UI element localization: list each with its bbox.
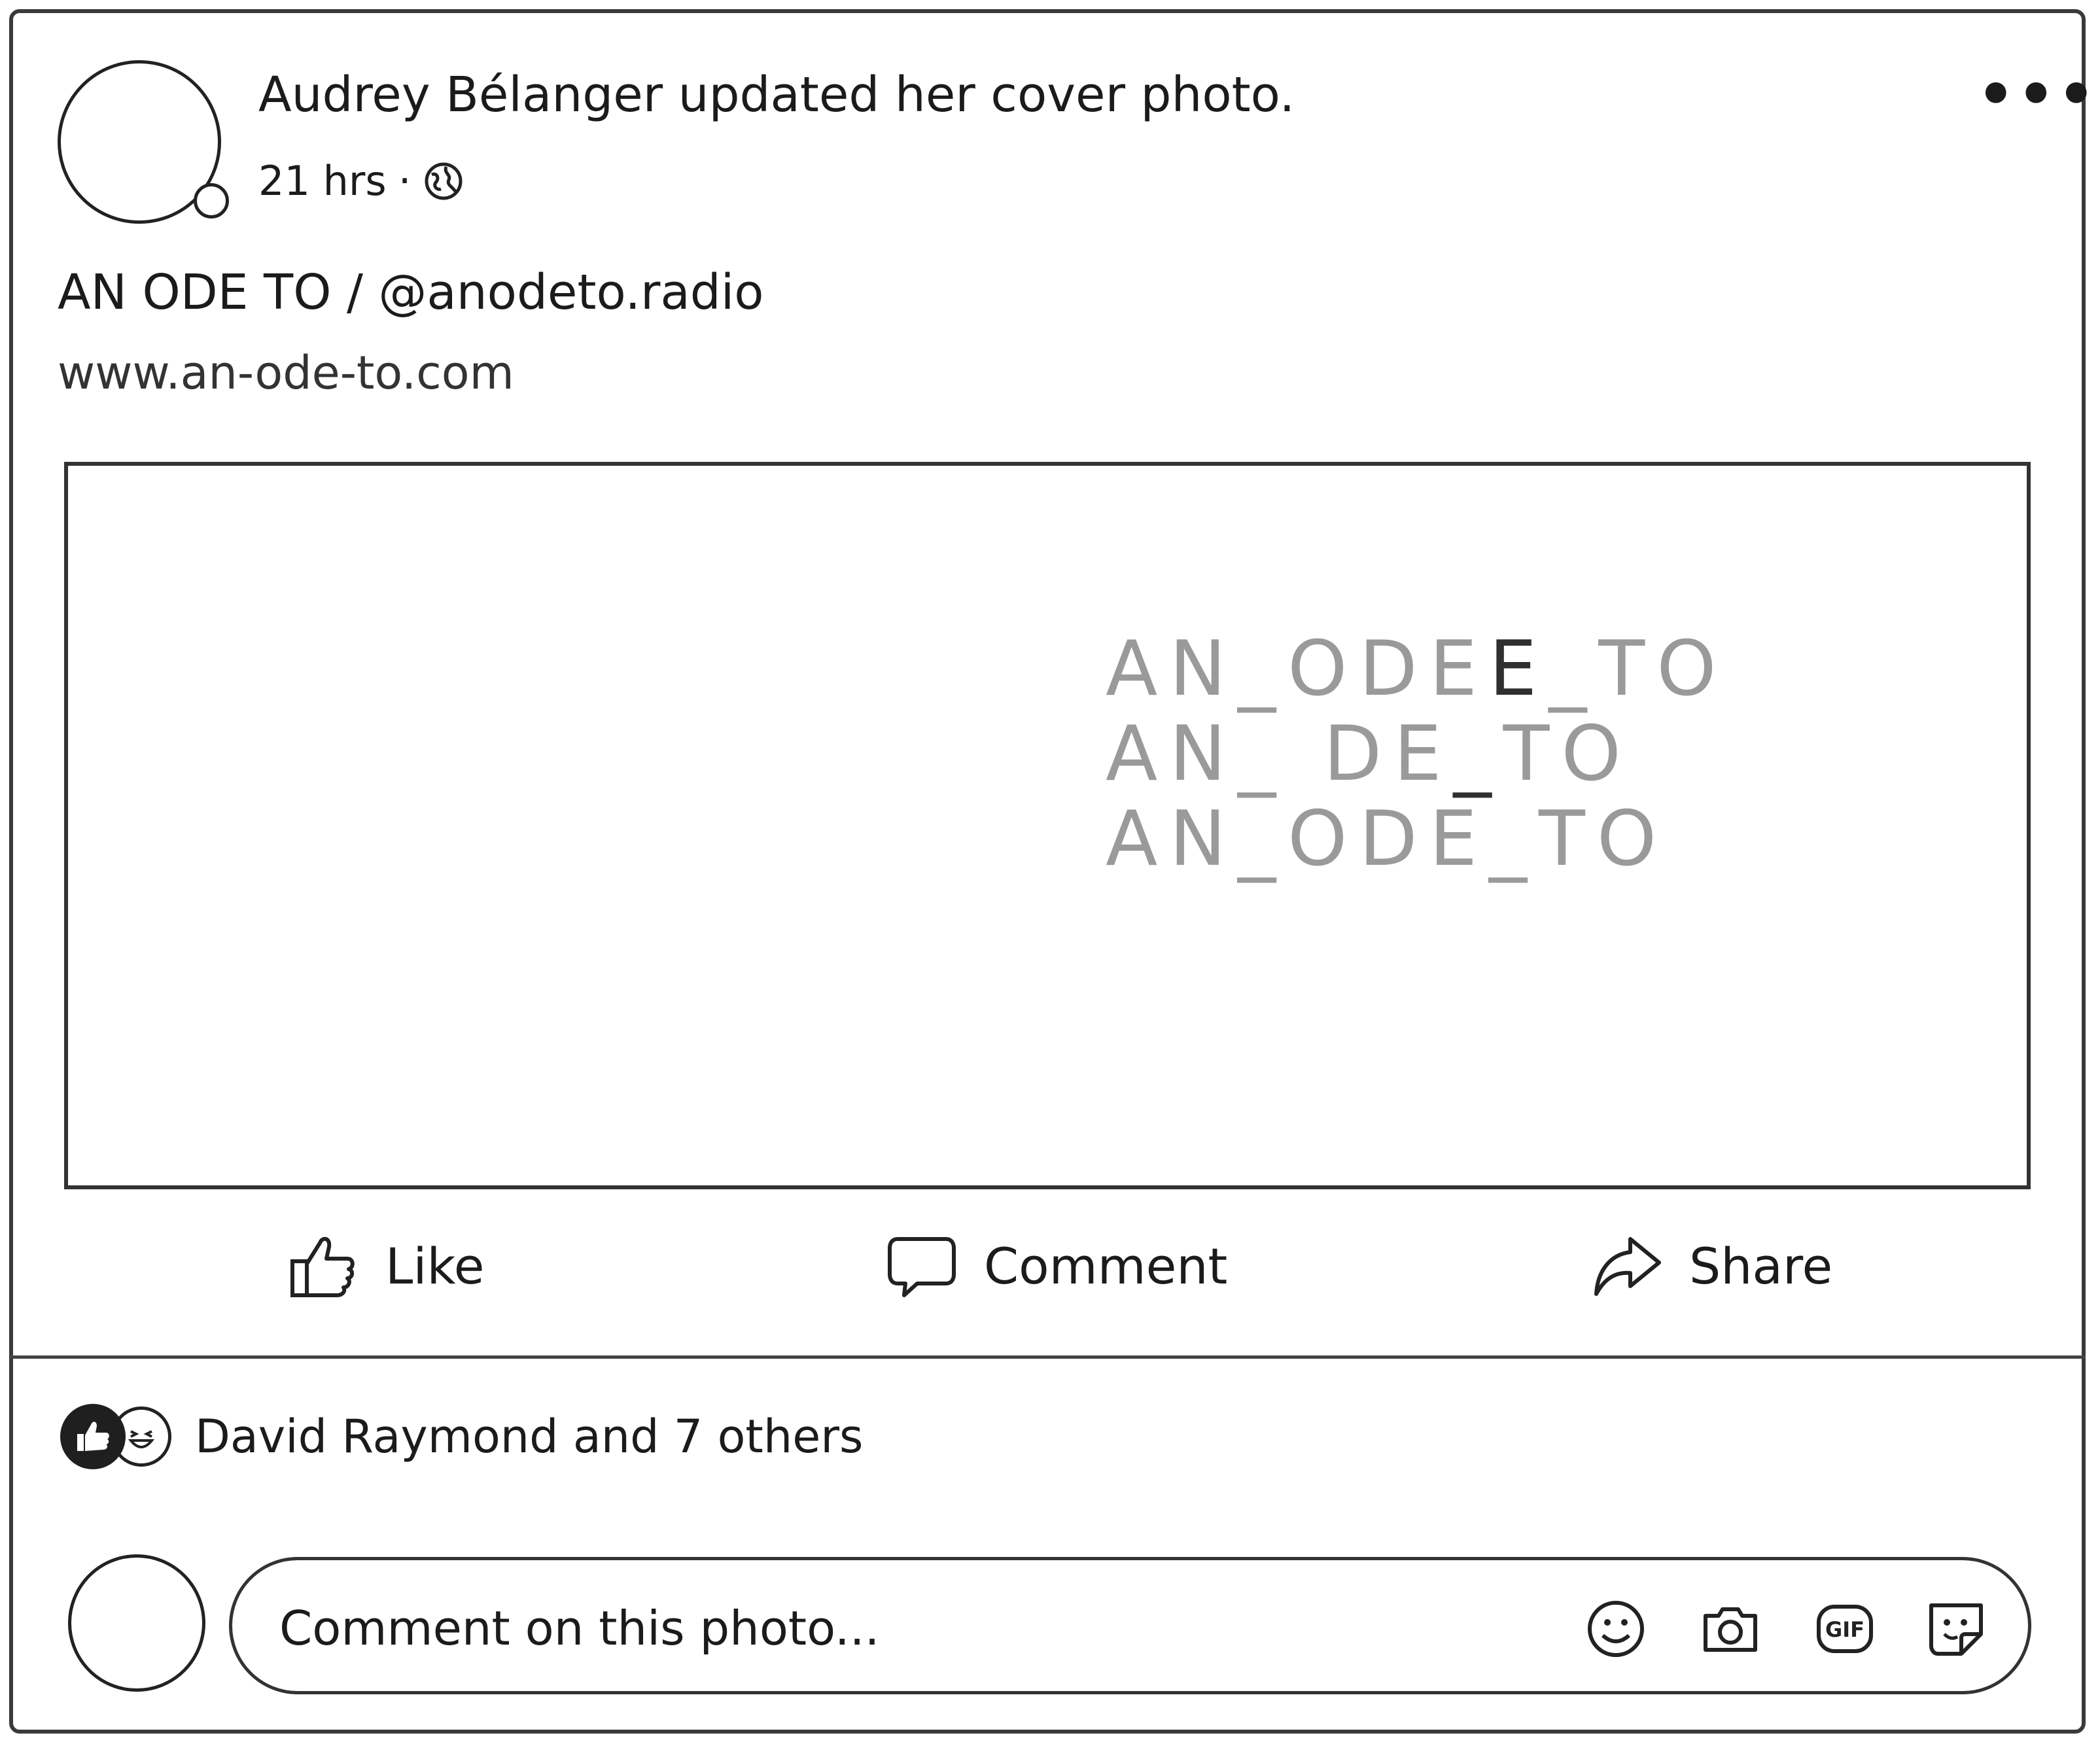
like-label: Like <box>385 1236 485 1295</box>
cover-photo-logo: AN_ODEE_TO AN_ DE_TO AN_ODE_TO <box>1106 625 1728 883</box>
sticker-button[interactable] <box>1920 1593 1992 1665</box>
share-arrow-icon <box>1591 1230 1663 1302</box>
sticker-icon <box>1925 1598 1987 1660</box>
comment-composer: GIF <box>229 1557 2031 1694</box>
reactions-text: David Raymond and 7 others <box>195 1410 864 1463</box>
reactions-summary[interactable]: David Raymond and 7 others <box>60 1404 864 1469</box>
meta-separator: · <box>398 157 411 205</box>
avatar-status-badge <box>194 183 229 218</box>
camera-icon <box>1699 1598 1762 1660</box>
action-bar: Like Comment Share <box>9 1210 2086 1321</box>
section-divider <box>9 1355 2086 1359</box>
like-reaction-icon <box>60 1404 126 1469</box>
commenter-avatar <box>68 1554 205 1692</box>
gif-button[interactable]: GIF <box>1809 1593 1881 1665</box>
post-headline: Audrey Bélanger updated her cover photo. <box>258 67 1295 123</box>
post-timestamp[interactable]: 21 hrs <box>258 161 387 201</box>
emoji-button[interactable] <box>1580 1593 1652 1665</box>
post-description: AN ODE TO / @anodeto.radio <box>58 264 764 321</box>
like-button[interactable]: Like <box>287 1210 485 1321</box>
cover-photo[interactable] <box>64 462 2031 1189</box>
globe-icon[interactable] <box>423 160 464 202</box>
emoji-icon <box>1584 1598 1647 1660</box>
svg-text:GIF: GIF <box>1825 1617 1864 1642</box>
comment-input[interactable] <box>278 1598 1524 1658</box>
camera-button[interactable] <box>1694 1593 1766 1665</box>
share-label: Share <box>1689 1236 1833 1295</box>
thumbs-up-icon <box>287 1230 359 1302</box>
post-meta: 21 hrs · <box>258 160 464 202</box>
comment-button[interactable]: Comment <box>886 1210 1227 1321</box>
speech-bubble-icon <box>886 1230 958 1302</box>
comment-label: Comment <box>984 1236 1228 1295</box>
post-link[interactable]: www.an-ode-to.com <box>58 350 514 396</box>
gif-icon: GIF <box>1813 1598 1876 1660</box>
more-options-button[interactable]: ••• <box>1977 65 2098 124</box>
share-button[interactable]: Share <box>1591 1210 1832 1321</box>
